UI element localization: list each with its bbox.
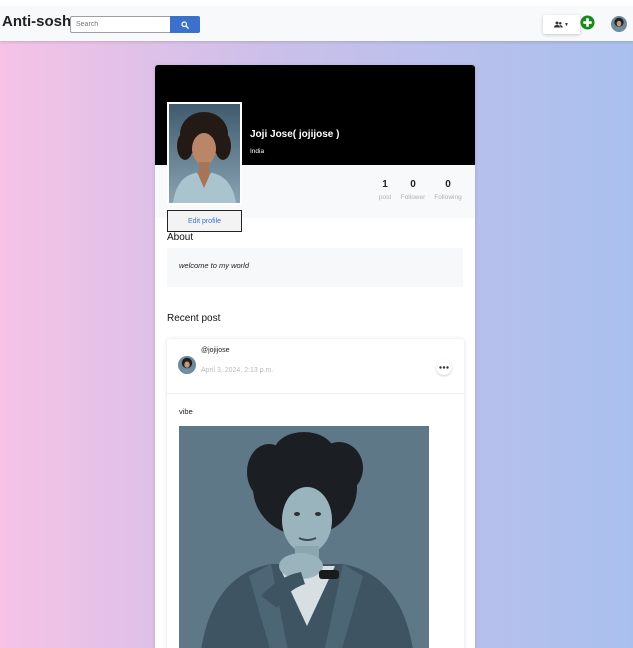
top-navbar: Anti-sosh ▼ <box>0 0 633 41</box>
about-text: welcome to my world <box>179 261 250 270</box>
search-input[interactable] <box>70 16 170 33</box>
users-icon <box>554 21 563 28</box>
post-image[interactable] <box>179 426 429 648</box>
search-form <box>70 16 200 33</box>
post-options-button[interactable] <box>436 359 452 375</box>
chevron-down-icon: ▼ <box>564 21 569 28</box>
friends-dropdown-button[interactable]: ▼ <box>543 15 580 34</box>
recent-post-heading: Recent post <box>167 313 221 324</box>
post-caption: vibe <box>179 407 193 416</box>
profile-location: India <box>250 148 265 155</box>
about-heading: About <box>167 232 194 243</box>
post-username[interactable]: @jojijose <box>201 347 230 354</box>
stat-value: 0 <box>410 179 416 190</box>
post-header: @jojijose April 3, 2024, 2:13 p.m. <box>167 339 464 394</box>
brand-logo[interactable]: Anti-sosh <box>2 13 71 30</box>
profile-name: Joji Jose( jojijose ) <box>250 129 340 140</box>
post-card: @jojijose April 3, 2024, 2:13 p.m. vibe <box>167 339 464 648</box>
post-author-avatar[interactable] <box>178 356 196 374</box>
stat-followers[interactable]: 0 Follower <box>393 179 433 201</box>
post-timestamp: April 3, 2024, 2:13 p.m. <box>201 367 274 374</box>
search-icon <box>181 20 189 29</box>
profile-photo <box>167 102 242 205</box>
plus-circle-icon[interactable] <box>580 15 595 30</box>
stat-label: Following <box>434 194 462 201</box>
more-horizontal-icon <box>439 365 449 369</box>
about-box: welcome to my world <box>167 248 463 287</box>
edit-profile-button[interactable]: Edit profile <box>167 210 242 232</box>
stat-following[interactable]: 0 Following <box>428 179 468 201</box>
stat-label: Follower <box>400 194 426 201</box>
search-button[interactable] <box>170 16 200 33</box>
profile-card: Joji Jose( jojijose ) India 1 post 0 Fol… <box>155 65 475 648</box>
user-avatar[interactable] <box>611 16 627 32</box>
stat-value: 0 <box>445 179 451 190</box>
